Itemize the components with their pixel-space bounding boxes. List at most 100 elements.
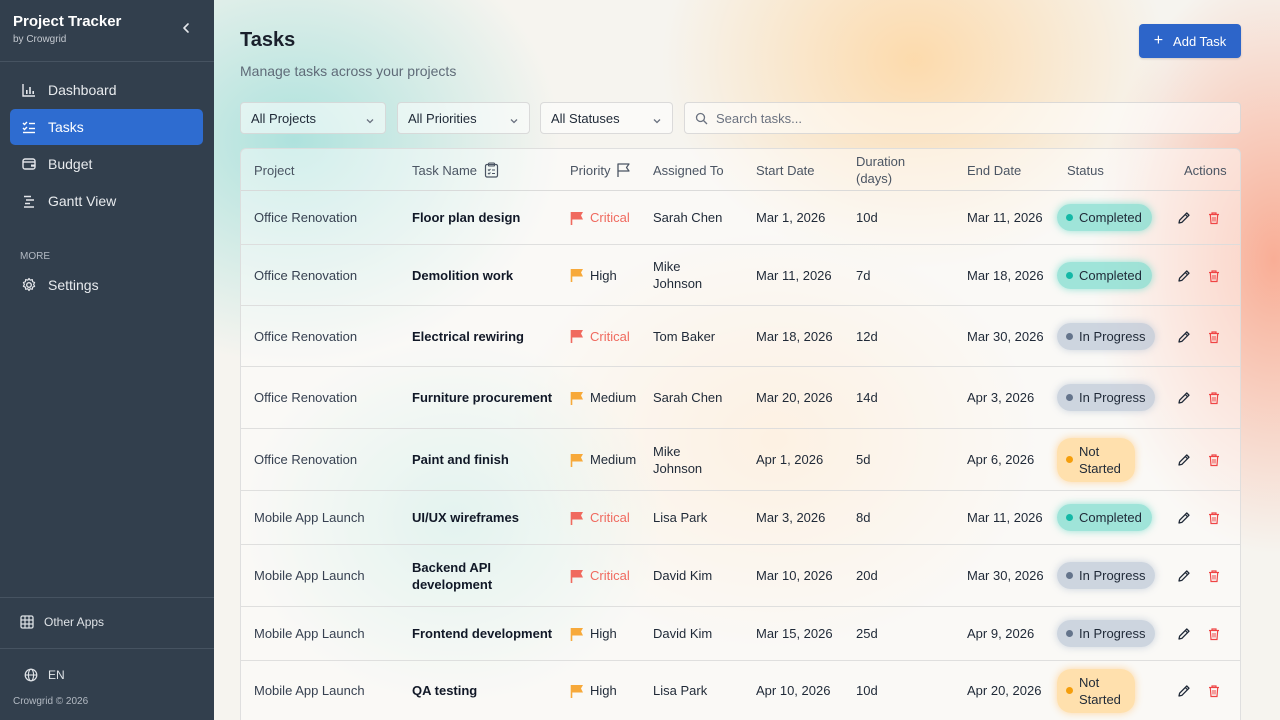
- status-label: In Progress: [1079, 626, 1146, 641]
- priority-cell: Critical: [570, 191, 630, 244]
- trash-icon[interactable]: [1206, 683, 1222, 699]
- flag-icon: [570, 268, 584, 282]
- duration-cell-text: 5d: [856, 452, 871, 467]
- sidebar-item-budget[interactable]: Budget: [10, 146, 203, 182]
- flag-icon: [570, 453, 584, 467]
- table-row: Office Renovation Demolition work High Mike…: [241, 245, 1240, 306]
- edit-icon[interactable]: [1176, 210, 1192, 226]
- table-row: Mobile App Launch Backend API development…: [241, 545, 1240, 607]
- trash-icon[interactable]: [1206, 452, 1222, 468]
- start-date-cell: Mar 18, 2026: [756, 306, 852, 366]
- column-header-assigned-to[interactable]: Assigned To: [653, 149, 724, 191]
- chevron-down-icon: [652, 114, 662, 124]
- edit-icon[interactable]: [1176, 268, 1192, 284]
- column-header-project[interactable]: Project: [254, 149, 294, 191]
- sidebar-item-tasks[interactable]: Tasks: [10, 109, 203, 145]
- status-dot: [1066, 214, 1073, 221]
- grid-icon: [20, 615, 34, 629]
- sidebar-item-gantt-view[interactable]: Gantt View: [10, 183, 203, 219]
- duration-cell: 10d: [856, 191, 916, 244]
- duration-cell-text: 10d: [856, 683, 878, 698]
- page-title: Tasks: [240, 29, 296, 51]
- status-filter-select[interactable]: All Statuses: [540, 102, 673, 134]
- trash-icon[interactable]: [1206, 268, 1222, 284]
- start-date-cell: Mar 11, 2026: [756, 245, 852, 305]
- assigned-to-cell-text: David Kim: [653, 626, 713, 641]
- add-task-button[interactable]: + Add Task: [1139, 24, 1241, 58]
- status-dot: [1066, 332, 1073, 340]
- edit-icon[interactable]: [1176, 452, 1192, 468]
- column-header-start-date[interactable]: Start Date: [756, 149, 815, 191]
- column-header-end-date[interactable]: End Date: [967, 149, 1021, 191]
- task-name-cell-text: Electrical rewiring: [412, 328, 524, 344]
- column-header-priority[interactable]: Priority: [570, 149, 631, 191]
- priority-cell: Critical: [570, 306, 630, 366]
- edit-icon[interactable]: [1176, 683, 1192, 699]
- trash-icon[interactable]: [1206, 510, 1222, 526]
- trash-icon[interactable]: [1206, 626, 1222, 642]
- status-filter-value: All Statuses: [551, 110, 620, 126]
- sidebar-item-label: Gantt View: [48, 193, 117, 209]
- end-date-cell: Apr 20, 2026: [967, 661, 1047, 720]
- priority-filter-select[interactable]: All Priorities: [397, 102, 530, 134]
- app-title: Project Tracker: [13, 13, 122, 30]
- column-header-duration[interactable]: Duration (days): [856, 149, 926, 191]
- project-cell: Mobile App Launch: [254, 607, 404, 660]
- sidebar-item-settings[interactable]: Settings: [10, 267, 203, 303]
- project-cell: Mobile App Launch: [254, 491, 404, 544]
- trash-icon[interactable]: [1206, 568, 1222, 584]
- task-name-cell: QA testing: [412, 661, 557, 720]
- end-date-cell-text: Apr 20, 2026: [967, 683, 1042, 698]
- task-name-cell: UI/UX wireframes: [412, 491, 557, 544]
- search-input[interactable]: [716, 110, 1216, 126]
- gantt-icon: [21, 193, 37, 209]
- language-selector[interactable]: EN: [24, 668, 65, 682]
- edit-icon[interactable]: [1176, 390, 1192, 406]
- duration-cell: 5d: [856, 429, 916, 490]
- duration-cell: 12d: [856, 306, 916, 366]
- assigned-to-cell-text: Sarah Chen: [653, 210, 723, 225]
- app-subtitle: by Crowgrid: [13, 34, 67, 45]
- edit-icon[interactable]: [1176, 626, 1192, 642]
- duration-cell-text: 20d: [856, 568, 878, 583]
- priority-label: High: [590, 626, 617, 641]
- priority-cell: High: [570, 607, 617, 660]
- trash-icon[interactable]: [1206, 210, 1222, 226]
- assigned-to-cell: Lisa Park: [653, 491, 725, 544]
- duration-cell-text: 14d: [856, 390, 878, 405]
- status-cell: In Progress: [1057, 306, 1156, 366]
- start-date-cell-text: Mar 11, 2026: [756, 267, 832, 283]
- sidebar: Project Tracker by Crowgrid Dashboard Ta…: [0, 0, 214, 720]
- priority-label: Critical: [590, 568, 630, 583]
- duration-cell: 14d: [856, 367, 916, 428]
- collapse-sidebar-icon[interactable]: [178, 20, 194, 36]
- edit-icon[interactable]: [1176, 510, 1192, 526]
- status-cell: In Progress: [1057, 607, 1156, 660]
- other-apps-link[interactable]: Other Apps: [20, 615, 104, 629]
- status-label: Not Started: [1079, 674, 1121, 707]
- project-filter-select[interactable]: All Projects: [240, 102, 386, 134]
- assigned-to-cell: Tom Baker: [653, 306, 725, 366]
- project-cell-text: Office Renovation: [254, 210, 358, 225]
- edit-icon[interactable]: [1176, 329, 1192, 345]
- flag-icon: [570, 329, 584, 343]
- start-date-cell-text: Mar 20, 2026: [756, 390, 833, 405]
- project-cell-text: Mobile App Launch: [254, 683, 365, 698]
- language-label: EN: [48, 668, 65, 682]
- copyright: Crowgrid © 2026: [13, 696, 89, 707]
- duration-cell-text: 12d: [856, 328, 878, 344]
- assigned-to-cell-text: Mike Johnson: [653, 443, 703, 476]
- start-date-cell-text: Mar 15, 2026: [756, 626, 833, 641]
- column-header-status[interactable]: Status: [1067, 149, 1104, 191]
- edit-icon[interactable]: [1176, 568, 1192, 584]
- trash-icon[interactable]: [1206, 329, 1222, 345]
- trash-icon[interactable]: [1206, 390, 1222, 406]
- table-row: Office Renovation Floor plan design Critic…: [241, 191, 1240, 245]
- start-date-cell: Mar 1, 2026: [756, 191, 852, 244]
- status-label: Completed: [1079, 267, 1142, 283]
- wallet-icon: [21, 156, 37, 172]
- sidebar-item-dashboard[interactable]: Dashboard: [10, 72, 203, 108]
- column-header-task-name[interactable]: Task Name: [412, 149, 499, 191]
- priority-label: Medium: [590, 452, 637, 467]
- start-date-cell: Apr 1, 2026: [756, 429, 852, 490]
